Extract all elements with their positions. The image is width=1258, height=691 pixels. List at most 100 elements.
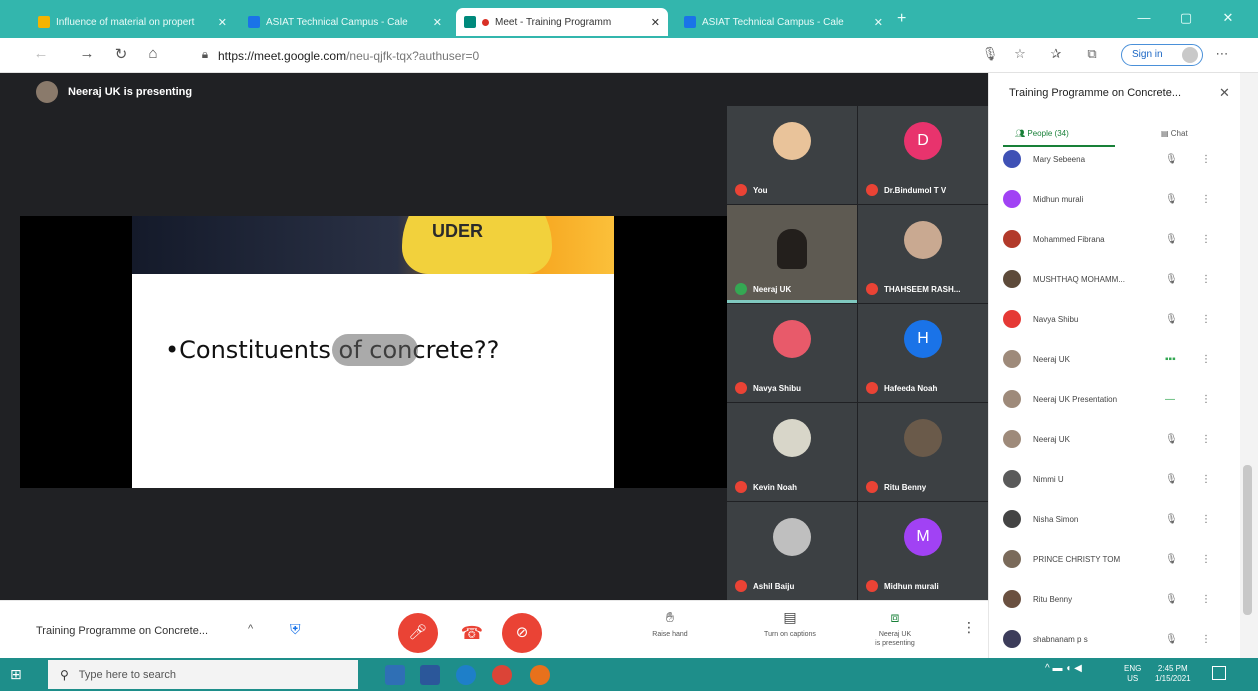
close-window-icon[interactable]: ✕	[1214, 10, 1242, 26]
windows-start-icon[interactable]: ⊞	[10, 666, 26, 682]
hang-up-button[interactable]: ☎︎	[452, 613, 492, 653]
home-icon[interactable]: ⌂	[142, 45, 164, 62]
participant-name: Hafeeda Noah	[866, 382, 937, 394]
presenting-button[interactable]: ⧈ Neeraj UK is presenting	[855, 609, 935, 648]
participant-row[interactable]: Midhun murali 🎙︎ ⋮	[1003, 179, 1228, 219]
more-icon[interactable]: ⋮	[1201, 434, 1211, 445]
participant-row[interactable]: MUSHTHAQ MOHAMM... 🎙︎ ⋮	[1003, 259, 1228, 299]
word-icon[interactable]	[420, 665, 440, 685]
participant-row[interactable]: PRINCE CHRISTY TOM 🎙︎ ⋮	[1003, 539, 1228, 579]
close-icon[interactable]: ✕	[651, 16, 660, 29]
collections-icon[interactable]: ⧉	[1082, 46, 1102, 62]
participant-tile[interactable]: THAHSEEM RASH...	[858, 205, 988, 303]
edge-icon[interactable]	[456, 665, 476, 685]
app-icon[interactable]	[530, 665, 550, 685]
participant-tile[interactable]: M Midhun murali	[858, 502, 988, 600]
sign-in-button[interactable]: Sign in	[1121, 44, 1203, 66]
browser-tab-active[interactable]: Meet - Training Programm ✕	[456, 8, 668, 36]
browser-tab[interactable]: ASIAT Technical Campus - Cale ✕	[676, 8, 891, 36]
taskbar-search[interactable]: ⚲ Type here to search	[48, 660, 358, 689]
forward-icon[interactable]: →	[76, 45, 98, 62]
presenter-avatar	[36, 81, 58, 103]
more-icon[interactable]: ⋮	[1201, 394, 1211, 405]
lock-icon[interactable]: 🔒︎	[194, 47, 216, 62]
participant-row[interactable]: Neeraj UK ▪▪▪ ⋮	[1003, 339, 1228, 379]
maximize-icon[interactable]: ▢	[1172, 10, 1200, 26]
participant-row[interactable]: Neeraj UK 🎙︎ ⋮	[1003, 419, 1228, 459]
close-icon[interactable]: ✕	[1219, 85, 1230, 101]
system-tray-icons[interactable]: ^ ▬ ◖ ◀	[1045, 664, 1082, 674]
new-tab-icon[interactable]: +	[897, 10, 906, 28]
chrome-icon[interactable]	[492, 665, 512, 685]
shield-icon[interactable]: ⛨	[290, 621, 301, 638]
url-path: /neu-qjfk-tqx?authuser=0	[346, 49, 480, 63]
browser-tab[interactable]: ASIAT Technical Campus - Cale ✕	[240, 8, 450, 36]
participant-row[interactable]: Nisha Simon 🎙︎ ⋮	[1003, 499, 1228, 539]
captions-icon: ▤	[783, 609, 797, 625]
file-explorer-icon[interactable]	[385, 665, 405, 685]
tab-chat[interactable]: ▤ Chat	[1161, 129, 1188, 138]
participant-row[interactable]: Neeraj UK Presentation — ⋮	[1003, 379, 1228, 419]
clock[interactable]: 2:45 PM 1/15/2021	[1155, 664, 1191, 684]
participant-name: Neeraj UK	[1033, 354, 1070, 364]
favorites-icon[interactable]: ✰	[1046, 46, 1066, 62]
participant-tile[interactable]: Ashil Baiju	[727, 502, 857, 600]
participant-row[interactable]: shabnanam p s 🎙︎ ⋮	[1003, 619, 1228, 658]
more-icon[interactable]: ⋮	[1201, 634, 1211, 645]
language-indicator[interactable]: ENG US	[1124, 664, 1141, 684]
tile-label: Kevin Noah	[753, 482, 798, 492]
more-icon[interactable]: ⋯	[1212, 46, 1232, 62]
more-icon[interactable]: ⋮	[1201, 234, 1211, 245]
participant-avatar	[904, 221, 942, 259]
participant-tile[interactable]: D Dr.Bindumol T V	[858, 106, 988, 204]
camera-off-button[interactable]: ⊘	[502, 613, 542, 653]
participant-row[interactable]: Ritu Benny 🎙︎ ⋮	[1003, 579, 1228, 619]
participant-avatar	[1003, 510, 1021, 528]
participant-row[interactable]: Navya Shibu 🎙︎ ⋮	[1003, 299, 1228, 339]
close-icon[interactable]: ✕	[874, 16, 883, 29]
participant-row[interactable]: Nimmi U 🎙︎ ⋮	[1003, 459, 1228, 499]
minimize-icon[interactable]: —	[1130, 10, 1158, 25]
participant-avatar: M	[904, 518, 942, 556]
chevron-up-icon[interactable]: ^	[248, 623, 253, 635]
mic-off-button[interactable]: 🎤︎	[398, 613, 438, 653]
participant-tile[interactable]: H Hafeeda Noah	[858, 304, 988, 402]
more-icon[interactable]: ⋮	[1201, 154, 1211, 165]
panel-scrollbar-thumb[interactable]	[1243, 465, 1252, 615]
back-icon[interactable]: ←	[30, 45, 52, 62]
more-icon[interactable]: ⋮	[1201, 474, 1211, 485]
more-icon[interactable]: ⋮	[1201, 274, 1211, 285]
mic-off-icon: 🎙︎	[1165, 273, 1178, 285]
participant-tile[interactable]: Ritu Benny	[858, 403, 988, 501]
url-field[interactable]: https://meet.google.com/neu-qjfk-tqx?aut…	[218, 49, 479, 63]
more-options-icon[interactable]: ⋮	[962, 619, 976, 636]
close-icon[interactable]: ✕	[218, 16, 227, 29]
helmet-text: UDER	[432, 221, 484, 241]
browser-tab[interactable]: Influence of material on propert ✕	[30, 8, 235, 36]
more-icon[interactable]: ⋮	[1201, 554, 1211, 565]
participant-name: shabnanam p s	[1033, 634, 1088, 644]
mic-permission-icon[interactable]: 🎙︎	[980, 46, 1000, 62]
participant-name: Kevin Noah	[735, 481, 797, 493]
participant-tile-video[interactable]: Neeraj UK	[727, 205, 857, 303]
refresh-icon[interactable]: ↻	[110, 45, 132, 63]
tile-label: Navya Shibu	[753, 383, 802, 393]
more-icon[interactable]: ⋮	[1201, 354, 1211, 365]
notification-icon[interactable]	[1212, 666, 1226, 680]
tab-people[interactable]: 👥︎ People (34)	[1015, 129, 1069, 138]
close-icon[interactable]: ✕	[433, 16, 442, 29]
participant-row[interactable]: Mohammed Fibrana 🎙︎ ⋮	[1003, 219, 1228, 259]
participant-tile[interactable]: You	[727, 106, 857, 204]
more-icon[interactable]: ⋮	[1201, 194, 1211, 205]
more-icon[interactable]: ⋮	[1201, 314, 1211, 325]
participant-row[interactable]: Mary Sebeena 🎙︎ ⋮	[1003, 139, 1228, 179]
mic-off-icon	[866, 481, 878, 493]
participant-tile[interactable]: Navya Shibu	[727, 304, 857, 402]
captions-button[interactable]: ▤ Turn on captions	[750, 609, 830, 639]
raise-hand-button[interactable]: ✋︎ Raise hand	[630, 609, 710, 639]
more-icon[interactable]: ⋮	[1201, 514, 1211, 525]
meeting-details-button[interactable]: Training Programme on Concrete...	[36, 625, 208, 637]
star-icon[interactable]: ☆	[1010, 46, 1030, 62]
participant-tile[interactable]: Kevin Noah	[727, 403, 857, 501]
more-icon[interactable]: ⋮	[1201, 594, 1211, 605]
